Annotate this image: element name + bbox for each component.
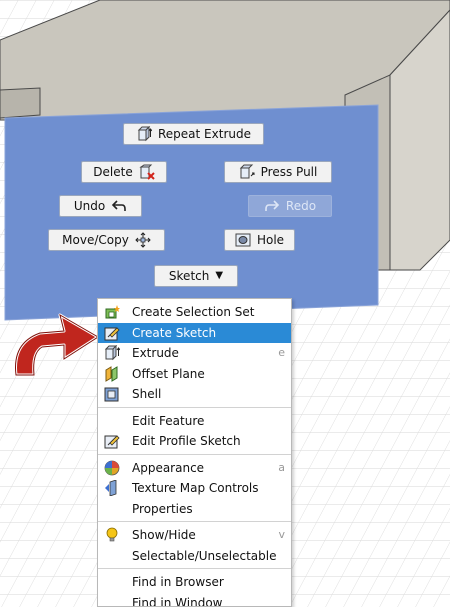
menu-item-appearance[interactable]: Appearance a — [98, 458, 291, 479]
menu-item-label: Find in Browser — [132, 575, 224, 589]
menu-item-create-selection-set[interactable]: Create Selection Set — [98, 302, 291, 323]
menu-item-shortcut: v — [278, 528, 285, 541]
menu-item-label: Create Selection Set — [132, 305, 255, 319]
menu-item-label: Appearance — [132, 460, 205, 475]
undo-label: Undo — [73, 199, 106, 213]
menu-item-edit-feature[interactable]: Edit Feature — [98, 411, 291, 432]
menu-item-properties[interactable]: Properties — [98, 499, 291, 520]
menu-item-label: Show/Hide — [132, 528, 196, 542]
menu-item-shell[interactable]: Shell — [98, 384, 291, 405]
menu-item-label: Properties — [132, 501, 193, 516]
delete-icon — [139, 164, 155, 180]
red-curved-arrow-icon — [14, 313, 100, 377]
move-copy-label: Move/Copy — [62, 233, 129, 247]
menu-separator — [98, 406, 291, 408]
redo-arrow-icon — [265, 200, 280, 211]
menu-item-shortcut: e — [278, 346, 285, 359]
menu-item-find-in-window[interactable]: Find in Window — [98, 593, 291, 607]
repeat-extrude-label: Repeat Extrude — [158, 127, 251, 141]
redo-label: Redo — [285, 199, 317, 213]
menu-item-show-hide[interactable]: Show/Hide v — [98, 525, 291, 546]
shell-icon — [104, 387, 119, 402]
menu-item-edit-profile-sketch[interactable]: Edit Profile Sketch — [98, 431, 291, 452]
menu-separator — [98, 568, 291, 569]
create-sketch-icon — [104, 326, 120, 340]
redo-button[interactable]: Redo — [248, 195, 332, 217]
hole-button[interactable]: Hole — [224, 229, 295, 251]
edit-profile-sketch-icon — [104, 435, 120, 449]
texture-map-icon — [105, 480, 117, 496]
menu-item-label: Shell — [132, 387, 162, 401]
menu-item-label: Find in Window — [132, 595, 223, 607]
delete-button[interactable]: Delete — [81, 161, 167, 183]
extrude-icon — [137, 126, 152, 142]
repeat-extrude-button[interactable]: Repeat Extrude — [123, 123, 264, 145]
context-menu: Create Selection Set Create Sketch Extru… — [97, 298, 292, 607]
menu-separator — [98, 521, 291, 522]
sketch-label: Sketch — [168, 269, 210, 283]
selection-set-icon — [105, 305, 120, 319]
menu-item-selectable-unselectable[interactable]: Selectable/Unselectable — [98, 546, 291, 567]
menu-item-label: Offset Plane — [132, 366, 205, 381]
menu-item-label: Extrude — [132, 346, 179, 360]
press-pull-icon — [239, 164, 255, 179]
move-arrows-icon — [135, 232, 151, 248]
move-copy-button[interactable]: Move/Copy — [48, 229, 165, 251]
offset-plane-icon — [105, 365, 118, 382]
appearance-icon — [104, 460, 120, 475]
menu-item-create-sketch[interactable]: Create Sketch — [98, 322, 291, 343]
menu-item-offset-plane[interactable]: Offset Plane — [98, 364, 291, 385]
extrude-icon — [104, 345, 120, 361]
hole-label: Hole — [256, 233, 285, 247]
hole-icon — [235, 233, 251, 247]
menu-item-extrude[interactable]: Extrude e — [98, 343, 291, 364]
lightbulb-icon — [106, 527, 118, 542]
menu-item-label: Edit Profile Sketch — [132, 434, 241, 448]
undo-arrow-icon — [112, 200, 126, 211]
menu-separator — [98, 453, 291, 455]
press-pull-button[interactable]: Press Pull — [224, 161, 332, 183]
menu-item-label: Selectable/Unselectable — [132, 548, 277, 563]
menu-item-shortcut: a — [278, 460, 285, 474]
menu-item-label: Edit Feature — [132, 413, 205, 428]
press-pull-label: Press Pull — [260, 165, 318, 179]
menu-item-find-in-browser[interactable]: Find in Browser — [98, 572, 291, 593]
dropdown-triangle-icon: ▼ — [215, 270, 224, 281]
delete-label: Delete — [93, 165, 133, 179]
sketch-dropdown-button[interactable]: Sketch ▼ — [154, 265, 238, 287]
menu-item-texture-map-controls[interactable]: Texture Map Controls — [98, 478, 291, 499]
undo-button[interactable]: Undo — [59, 195, 142, 217]
menu-item-label: Create Sketch — [132, 325, 217, 340]
menu-item-label: Texture Map Controls — [132, 481, 259, 495]
